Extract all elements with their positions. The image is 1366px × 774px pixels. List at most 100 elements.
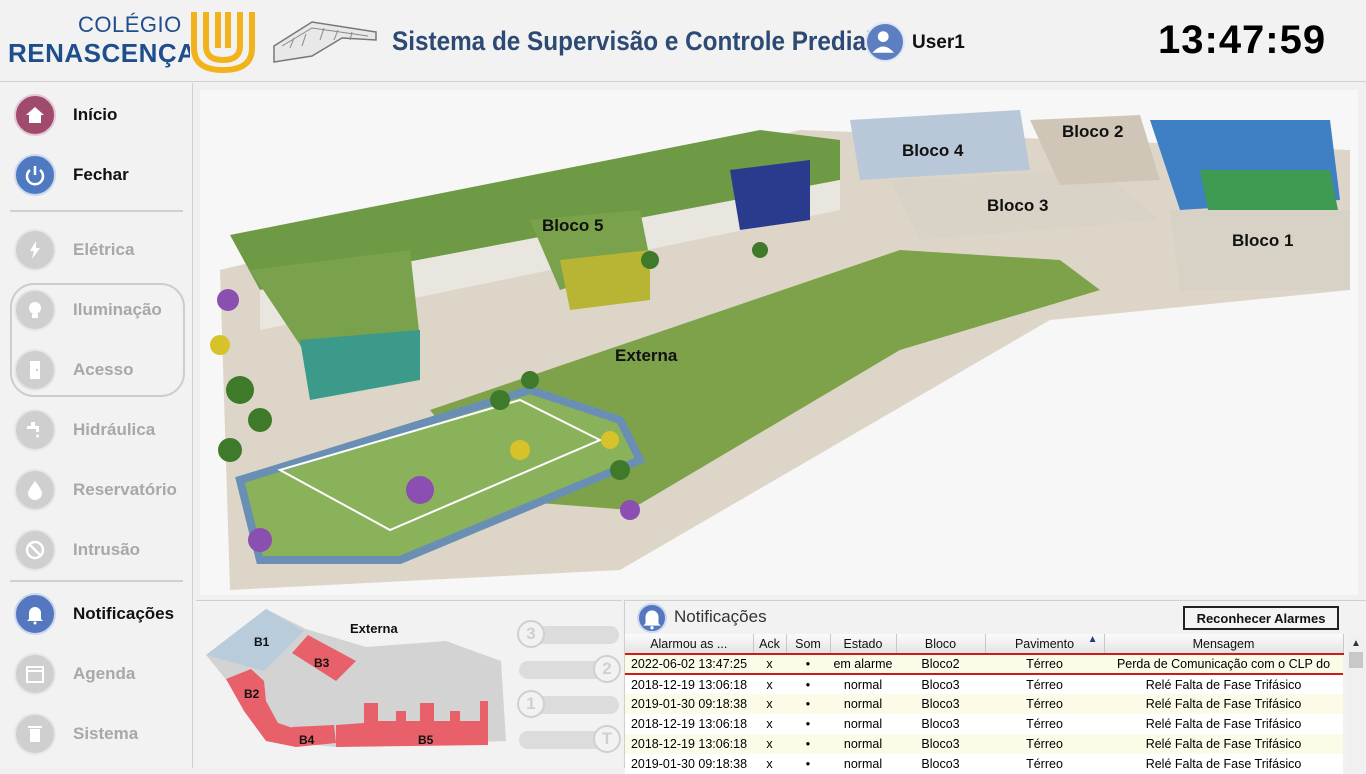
floor-button-t[interactable]: T — [519, 725, 621, 753]
no-entry-icon — [14, 529, 56, 571]
cell-state: normal — [830, 674, 896, 694]
floor-button-1[interactable]: 1 — [517, 690, 619, 718]
home-icon — [14, 94, 56, 136]
cell-sound: • — [786, 754, 830, 774]
table-row[interactable]: 2019-01-30 09:18:38 x • normal Bloco3 Té… — [625, 754, 1343, 774]
cell-floor: Térreo — [985, 694, 1104, 714]
minimap-label-b4: B4 — [299, 733, 315, 747]
nav-intrusao[interactable]: Intrusão — [14, 526, 189, 574]
water-drop-icon — [14, 469, 56, 511]
nav-fechar[interactable]: Fechar — [14, 151, 189, 199]
floor-number: 2 — [593, 655, 621, 683]
nav-iluminacao[interactable]: Iluminação — [14, 286, 189, 334]
floor-button-2[interactable]: 2 — [519, 655, 621, 683]
building-sketch-icon — [273, 21, 377, 63]
table-row[interactable]: 2018-12-19 13:06:18 x • normal Bloco3 Té… — [625, 714, 1343, 734]
door-icon — [14, 349, 56, 391]
cell-sound: • — [786, 674, 830, 694]
nav-label: Iluminação — [73, 300, 162, 319]
minimap-label-b3: B3 — [314, 656, 330, 670]
cell-sound: • — [786, 653, 830, 675]
block-label-externa[interactable]: Externa — [615, 346, 677, 366]
cell-state: em alarme — [830, 653, 896, 675]
system-title: Sistema de Supervisão e Controle Predial — [392, 26, 873, 56]
nav-label: Notificações — [73, 604, 175, 623]
cell-time: 2022-06-02 13:47:25 — [625, 653, 753, 675]
floor-number: T — [593, 725, 621, 753]
table-row[interactable]: 2019-01-30 09:18:38 x • normal Bloco3 Té… — [625, 694, 1343, 714]
column-header[interactable]: Som — [786, 634, 831, 655]
user-name[interactable]: User1 — [912, 32, 965, 54]
cell-message: Relé Falta de Fase Trifásico — [1104, 714, 1343, 734]
cell-message: Perda de Comunicação com o CLP do — [1104, 653, 1343, 675]
nav-inicio[interactable]: Início — [14, 91, 189, 139]
sidebar: Início Fechar Elétrica Iluminação Acesso… — [0, 83, 193, 768]
column-header[interactable]: Ack — [753, 634, 787, 655]
lightbulb-icon — [14, 289, 56, 331]
block-label-bloco4[interactable]: Bloco 4 — [902, 141, 963, 161]
column-header-label: Pavimento — [1014, 636, 1075, 651]
nav-eletrica[interactable]: Elétrica — [14, 226, 189, 274]
block-label-bloco5[interactable]: Bloco 5 — [542, 216, 603, 236]
cell-sound: • — [786, 694, 830, 714]
nav-label: Elétrica — [73, 240, 135, 259]
cell-floor: Térreo — [985, 754, 1104, 774]
scroll-thumb[interactable] — [1349, 652, 1363, 668]
nav-label: Fechar — [73, 165, 129, 184]
nav-hidraulica[interactable]: Hidráulica — [14, 406, 189, 454]
table-row[interactable]: 2018-12-19 13:06:18 x • normal Bloco3 Té… — [625, 674, 1343, 694]
table-row[interactable]: 2022-06-02 13:47:25 x • em alarme Bloco2… — [625, 653, 1343, 675]
column-header[interactable]: Bloco — [896, 634, 986, 655]
user-avatar-icon[interactable] — [865, 22, 905, 62]
nav-acesso[interactable]: Acesso — [14, 346, 189, 394]
column-header-sorted[interactable]: Pavimento ▲ — [985, 634, 1105, 655]
block-label-bloco3[interactable]: Bloco 3 — [987, 196, 1048, 216]
notifications-panel: Notificações Reconhecer Alarmes Alarmou … — [624, 600, 1366, 774]
cell-block: Bloco3 — [896, 674, 985, 694]
sort-ascending-icon: ▲ — [1087, 634, 1098, 645]
cell-ack: x — [753, 754, 786, 774]
acknowledge-alarms-button[interactable]: Reconhecer Alarmes — [1183, 606, 1339, 630]
cell-time: 2019-01-30 09:18:38 — [625, 754, 753, 774]
column-header[interactable]: Mensagem — [1104, 634, 1344, 655]
cell-ack: x — [753, 734, 786, 754]
cell-floor: Térreo — [985, 734, 1104, 754]
cell-floor: Térreo — [985, 674, 1104, 694]
bell-icon — [14, 593, 56, 635]
column-header[interactable]: Estado — [830, 634, 897, 655]
nav-label: Agenda — [73, 664, 136, 683]
cell-state: normal — [830, 694, 896, 714]
minimap-label-b1: B1 — [254, 635, 270, 649]
cell-message: Relé Falta de Fase Trifásico — [1104, 734, 1343, 754]
floor-button-3[interactable]: 3 — [517, 620, 619, 648]
cell-time: 2018-12-19 13:06:18 — [625, 714, 753, 734]
block-label-bloco1[interactable]: Bloco 1 — [1232, 231, 1293, 251]
cell-message: Relé Falta de Fase Trifásico — [1104, 674, 1343, 694]
column-header[interactable]: Alarmou as ... — [625, 634, 754, 655]
nav-label: Acesso — [73, 360, 134, 379]
cell-floor: Térreo — [985, 714, 1104, 734]
minimap-label-b2: B2 — [244, 687, 260, 701]
clock-display: 13:47:59 — [1158, 18, 1327, 62]
table-scrollbar[interactable]: ▲ — [1347, 634, 1365, 769]
campus-minimap: Externa B1 B3 B2 B4 B5 3 2 1 T — [196, 600, 622, 768]
scroll-up-icon[interactable]: ▲ — [1347, 634, 1365, 652]
cell-block: Bloco3 — [896, 714, 985, 734]
header-bar: COLÉGIO RENASCENÇA Sistema de Supervisão… — [0, 0, 1366, 82]
table-row[interactable]: 2018-12-19 13:06:18 x • normal Bloco3 Té… — [625, 734, 1343, 754]
cell-state: normal — [830, 754, 896, 774]
cell-state: normal — [830, 714, 896, 734]
cell-sound: • — [786, 714, 830, 734]
nav-label: Hidráulica — [73, 420, 156, 439]
nav-label: Reservatório — [73, 480, 177, 499]
alarms-table: Alarmou as ... Ack Som Estado Bloco Pavi… — [625, 634, 1344, 774]
cell-block: Bloco2 — [896, 653, 985, 675]
nav-agenda[interactable]: Agenda — [14, 650, 189, 698]
cell-state: normal — [830, 734, 896, 754]
cell-message: Relé Falta de Fase Trifásico — [1104, 694, 1343, 714]
nav-reservatorio[interactable]: Reservatório — [14, 466, 189, 514]
block-label-bloco2[interactable]: Bloco 2 — [1062, 122, 1123, 142]
nav-notificacoes[interactable]: Notificações — [14, 590, 189, 638]
sidebar-divider — [10, 580, 183, 582]
nav-sistema[interactable]: Sistema — [14, 710, 189, 758]
